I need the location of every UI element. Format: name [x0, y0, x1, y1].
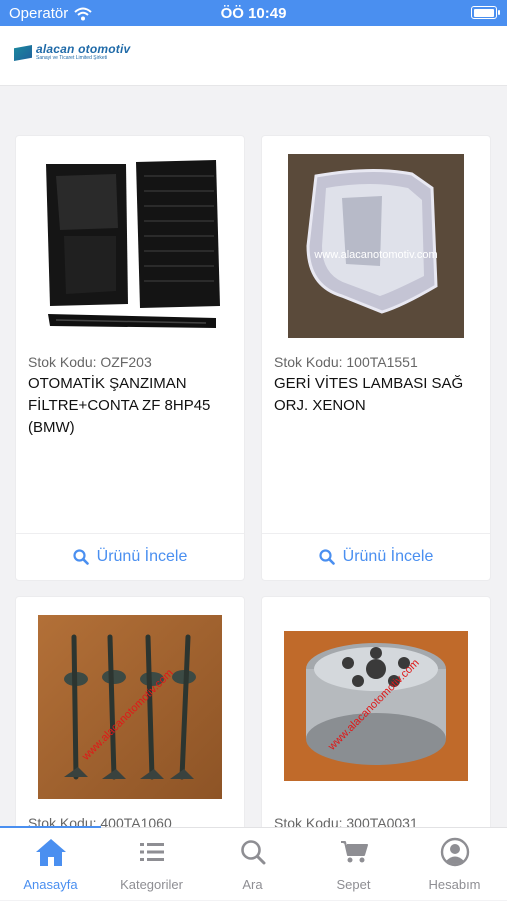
view-product-label: Ürünü İncele: [96, 548, 188, 565]
home-icon: [35, 839, 66, 866]
view-product-button[interactable]: Ürünü İncele: [16, 534, 244, 580]
brand-logo[interactable]: alacan otomotiv Sanayi ve Ticaret Limite…: [14, 43, 130, 62]
product-title[interactable]: GERİ VİTES LAMBASI SAĞ ORJ. XENON: [274, 373, 484, 417]
clock: ÖÖ 10:49: [220, 5, 287, 22]
tab-label: Hesabım: [428, 877, 481, 892]
list-icon: [139, 843, 164, 861]
product-image[interactable]: [16, 136, 244, 346]
product-image[interactable]: www.alacanotomotiv.com: [262, 597, 490, 807]
stock-code: Stok Kodu: 300TA0031: [274, 815, 418, 827]
transmission-filter-image: [46, 160, 220, 328]
tab-home[interactable]: Anasayfa: [0, 828, 101, 901]
product-card[interactable]: www.alacanotomotiv.com Stok Kodu: 300TA0…: [261, 596, 491, 827]
stock-code: Stok Kodu: OZF203: [28, 354, 152, 370]
logo-subtitle: Sanayi ve Ticaret Limited Şirketi: [36, 55, 108, 61]
reverse-lamp-image: www.alacanotomotiv.com: [288, 154, 464, 338]
tab-label: Sepet: [336, 877, 371, 892]
product-image[interactable]: www.alacanotomotiv.com: [262, 136, 490, 346]
view-product-label: Ürünü İncele: [342, 548, 434, 565]
cart-icon: [340, 841, 368, 863]
logo-mark-icon: [14, 45, 32, 61]
status-bar: Operatör ÖÖ 10:49: [0, 0, 507, 26]
tab-account[interactable]: Hesabım: [404, 828, 505, 901]
tab-bar: Anasayfa Kategoriler Ara Sepet Hesabım: [0, 826, 507, 901]
search-icon: [240, 840, 265, 865]
view-product-button[interactable]: Ürünü İncele: [262, 534, 490, 580]
tab-label: Kategoriler: [120, 877, 183, 892]
product-image[interactable]: www.alacanotomotiv.com: [16, 597, 244, 807]
product-card[interactable]: Stok Kodu: OZF203 OTOMATİK ŞANZIMAN FİLT…: [15, 135, 245, 581]
search-icon: [73, 549, 89, 565]
tab-cart[interactable]: Sepet: [303, 828, 404, 901]
app-header: alacan otomotiv Sanayi ve Ticaret Limite…: [0, 26, 507, 86]
engine-valves-image: www.alacanotomotiv.com: [38, 615, 222, 799]
search-icon: [319, 549, 335, 565]
logo-name: alacan otomotiv: [36, 42, 131, 56]
product-watermark: www.alacanotomotiv.com: [313, 249, 437, 261]
tab-label: Ara: [242, 877, 263, 892]
oil-filter-image: www.alacanotomotiv.com: [284, 631, 468, 781]
tab-search[interactable]: Ara: [202, 828, 303, 901]
account-icon: [440, 837, 469, 867]
product-card[interactable]: www.alacanotomotiv.com Stok Kodu: 400TA1…: [15, 596, 245, 827]
tab-label: Anasayfa: [23, 877, 78, 892]
stock-code: Stok Kodu: 100TA1551: [274, 354, 418, 370]
tab-categories[interactable]: Kategoriler: [101, 828, 202, 901]
product-grid[interactable]: Stok Kodu: OZF203 OTOMATİK ŞANZIMAN FİLT…: [0, 87, 507, 827]
product-card[interactable]: www.alacanotomotiv.com Stok Kodu: 100TA1…: [261, 135, 491, 581]
product-title[interactable]: OTOMATİK ŞANZIMAN FİLTRE+CONTA ZF 8HP45 …: [28, 373, 238, 439]
battery-icon: [471, 6, 500, 19]
